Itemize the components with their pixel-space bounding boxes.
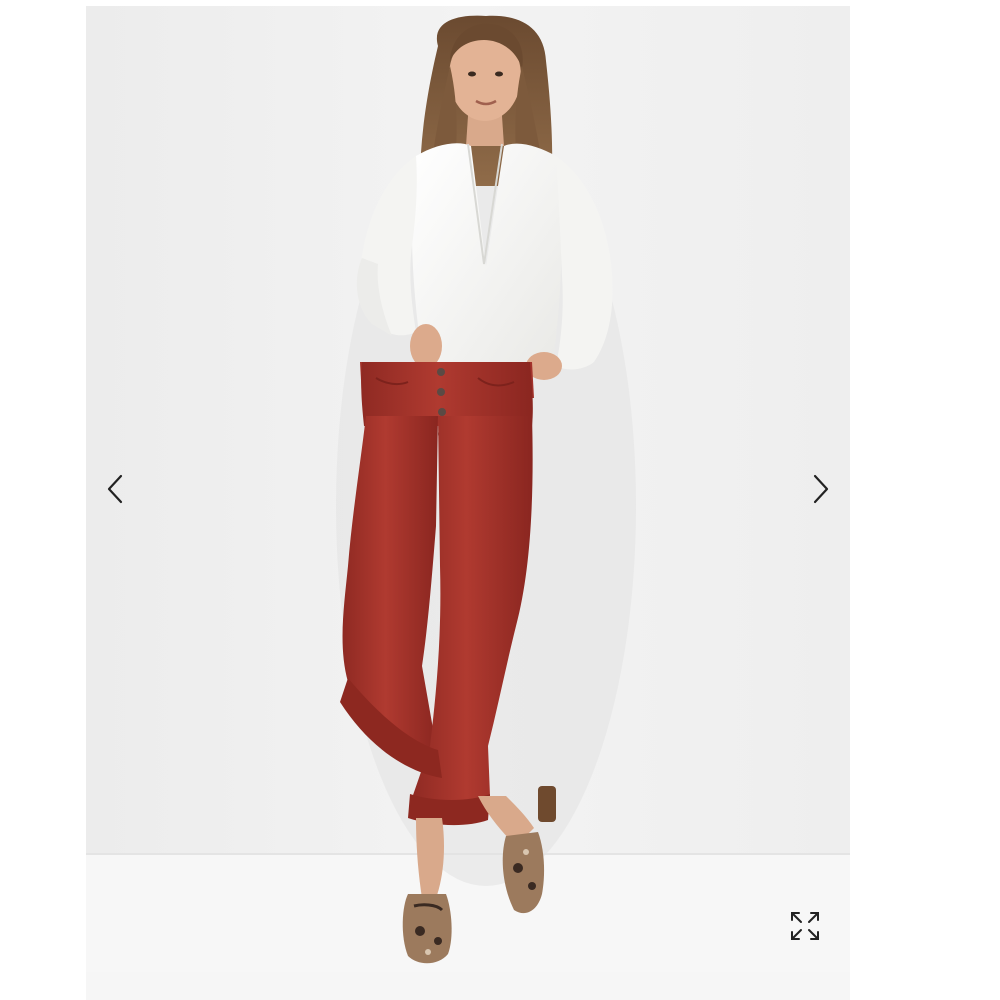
product-photo [86, 6, 850, 972]
chevron-right-icon [813, 474, 829, 504]
chevron-left-icon [107, 474, 123, 504]
next-image-button[interactable] [806, 469, 836, 509]
previous-image-button[interactable] [100, 469, 130, 509]
expand-image-button[interactable] [786, 908, 824, 944]
left-shoe [402, 894, 452, 964]
product-image-gallery [86, 6, 850, 972]
product-page [0, 0, 1000, 1000]
expand-arrows-icon [791, 912, 819, 940]
gallery-bottom-strip [86, 972, 850, 1000]
